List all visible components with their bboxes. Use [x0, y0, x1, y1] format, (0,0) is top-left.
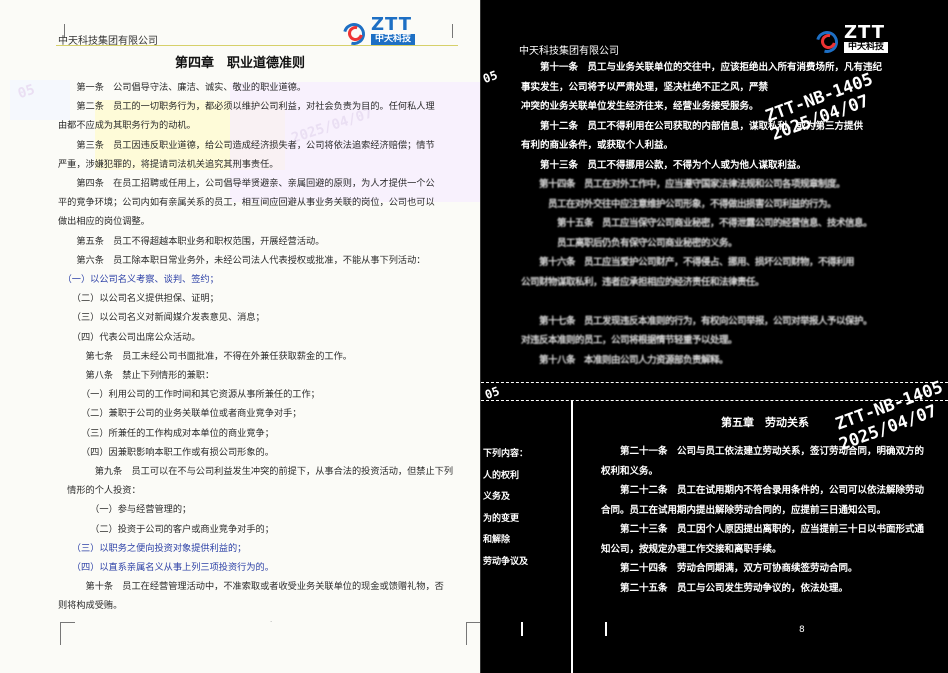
text-line: 劳动争议及: [483, 556, 529, 567]
fold-line: [481, 382, 948, 383]
text-line: 第十四条 员工在对外工作中，应当遵守国家法律法规和公司各项规章制度。: [521, 179, 846, 190]
text-line: 第十条 员工在经营管理活动中，不准索取或者收受业务关联单位的现金或馈赠礼物，否: [58, 581, 444, 593]
text-line: 员工离职后仍负有保守公司商业秘密的义务。: [521, 237, 738, 249]
text-line: 人的权利: [483, 470, 520, 481]
text-line: 知公司，按规定办理工作交接和离职手续。: [601, 543, 782, 555]
crop-mark: [605, 622, 619, 636]
header-rule: [56, 45, 458, 46]
text-line: （三）所兼任的工作构成对本单位的商业竞争；: [58, 427, 274, 439]
ztt-logo: ZTT 中天科技: [813, 22, 889, 53]
text-line: 第一条 公司倡导守法、廉洁、诚实、敬业的职业道德。: [58, 82, 307, 93]
text-line: （二）以公司名义提供担保、证明；: [58, 293, 219, 305]
text-line: 做出相应的岗位调整。: [58, 216, 150, 228]
watermark-text: 05: [481, 67, 500, 87]
text-line: 事实发生，公司将予以严肃处理，坚决杜绝不正之风，严禁: [521, 81, 769, 93]
text-line: （一）以公司名义考察、谈判、签约；: [58, 274, 219, 286]
text-line: 第二十四条 劳动合同期满，双方可协商续签劳动合同。: [601, 563, 858, 574]
crop-mark: [521, 622, 535, 636]
text-line: （二）兼职于公司的业务关联单位或者商业竞争对手；: [58, 408, 302, 420]
text-line: 第二条 员工的一切职务行为，都必须以维护公司利益，对社会负责为目的。任何私人理: [58, 101, 435, 113]
logo-cn: 中天科技: [371, 34, 416, 45]
text-line: 第十一条 员工与业务关联单位的交往中，应该拒绝出入所有消费场所，凡有违纪: [521, 62, 883, 73]
text-line: 第四条 在员工招聘或任用上，公司倡导举贤避亲、亲属回避的原则，为人才提供一个公: [58, 178, 435, 190]
chapter-title: 第四章 职业道德准则: [174, 56, 305, 71]
crop-mark: [466, 622, 480, 645]
text-line: 冲突的业务关联单位发生经济往来，经营业务接受服务。: [521, 101, 759, 112]
text-line: 情形的个人投资：: [58, 485, 141, 497]
page-header: 中天科技集团有限公司: [519, 46, 619, 57]
text-line: 权利和义务。: [601, 465, 659, 477]
text-line: （四）以直系亲属名义从事上列三项投资行为的。: [58, 562, 274, 574]
text-line: 为的变更: [483, 513, 520, 524]
text-line: 第六条 员工除本职日常业务外，未经公司法人代表授权或批准，不能从事下列活动：: [58, 254, 426, 266]
text-line: （二）投资于公司的客户或商业竞争对手的；: [58, 523, 274, 535]
text-line: 严重，涉嫌犯罪的，将提请司法机关追究其刑事责任。: [58, 158, 279, 170]
side-fragment-list: 下列内容： 人的权利义务及为的变更和解除劳动争议及: [483, 444, 563, 573]
text-line: 第十六条 员工应当爱护公司财产，不得侵占、挪用、损坏公司财物，不得利用: [521, 257, 855, 268]
text-line: 由都不应成为其职务行为的动机。: [58, 120, 196, 132]
text-line: 第十七条 员工发现违反本准则的行为，有权向公司举报，公司对举报人予以保护。: [521, 315, 873, 327]
text-line: （一）利用公司的工作时间和其它资源从事所兼任的工作；: [58, 389, 320, 401]
text-line: （四）代表公司出席公众活动。: [58, 331, 201, 343]
page-number: 8: [799, 625, 805, 635]
text-line: 则将构成受贿。: [58, 600, 123, 612]
right-document-page: 中天科技集团有限公司 ZTT 中天科技 05 ZTT-NB-1405 2025/…: [481, 0, 948, 673]
text-line: 第八条 禁止下列情形的兼职：: [58, 370, 215, 382]
text-line: 员工在对外交往中应注意维护公司形象，不得做出损害公司利益的行为。: [521, 198, 837, 210]
logo-brand: ZTT: [371, 14, 413, 35]
text-line: 下列内容：: [483, 449, 529, 459]
ztt-logo: ZTT 中天科技: [340, 14, 416, 45]
ztt-logo-icon: [340, 22, 366, 40]
text-line: （三）以公司名义对新闻媒介发表意见、消息；: [58, 312, 265, 324]
ztt-logo-icon: [813, 30, 839, 48]
section-title: 第五章 劳动关系: [721, 416, 809, 429]
text-line: 第十二条 员工不得利用在公司获取的内部信息，谋取私利，或为第三方提供: [521, 120, 864, 132]
crop-mark: [452, 24, 467, 38]
text-line: 第五条 员工不得超越本职业务和职权范围，开展经营活动。: [58, 235, 325, 247]
text-line: 有利的商业条件，或获取个人利益。: [521, 140, 674, 151]
text-line: 第二十五条 员工与公司发生劳动争议的，依法处理。: [601, 582, 849, 594]
text-line: 第九条 员工可以在不与公司利益发生冲突的前提下，从事合法的投资活动，但禁止下列: [58, 466, 454, 478]
text-line: 对违反本准则的员工，公司将根据情节轻重予以处理。: [521, 335, 738, 346]
text-line: 第二十一条 公司与员工依法建立劳动关系，签订劳动合同，明确双方的: [601, 446, 925, 457]
text-line: （三）以职务之便向投资对象提供利益的；: [58, 542, 247, 554]
text-line: 第三条 员工因违反职业道德，给公司造成经济损失者，公司将依法追索经济赔偿；情节: [58, 139, 435, 151]
text-line: 公司财物谋取私利，违者应承担相应的经济责任和法律责任。: [521, 276, 765, 288]
logo-cn: 中天科技: [844, 42, 889, 53]
text-line: （一）参与经营管理的；: [58, 504, 192, 516]
right-page-body: 第十一条 员工与业务关联单位的交往中，应该拒绝出入所有消费场所，凡有违纪 事实发生…: [521, 58, 941, 370]
left-document-page: 05 2025/04/07 中天科技集团有限公司 ZTT 中天科技 第四章 职业…: [0, 0, 481, 673]
text-line: 第二十三条 员工因个人原因提出离职的，应当提前三十日以书面形式通: [601, 524, 925, 535]
text-line: [521, 292, 941, 312]
text-line: 第二十二条 员工在试用期内不符合录用条件的，公司可以依法解除劳动: [601, 485, 925, 496]
left-page-body: 第一条 公司倡导守法、廉洁、诚实、敬业的职业道德。 第二条 员工的一切职务行为，…: [58, 78, 463, 616]
text-line: 平的竞争环境；公司内如有亲属关系的员工，相互间应回避从事业务关联的岗位，公司也可…: [58, 197, 435, 209]
crop-mark: [60, 622, 75, 645]
text-line: 义务及: [483, 492, 511, 502]
section-body: 第二十一条 公司与员工依法建立劳动关系，签订劳动合同，明确双方的 权利和义务。 第…: [601, 442, 946, 598]
text-line: （四）因兼职影响本职工作或有损公司形象的。: [58, 446, 274, 458]
page-mark: ·: [270, 618, 273, 626]
text-line: 第十五条 员工应当保守公司商业秘密，不得泄露公司的经营信息、技术信息。: [521, 218, 873, 229]
text-line: 第十三条 员工不得挪用公款，不得为个人或为他人谋取利益。: [521, 159, 807, 171]
text-line: 合同。员工在试用期内提出解除劳动合同的，应提前三日通知公司。: [601, 504, 887, 516]
text-line: 第七条 员工未经公司书面批准，不得在外兼任获取薪金的工作。: [58, 350, 352, 362]
logo-brand: ZTT: [844, 22, 886, 43]
text-line: 第十八条 本准则由公司人力资源部负责解释。: [521, 354, 729, 366]
text-line: 和解除: [483, 535, 511, 545]
